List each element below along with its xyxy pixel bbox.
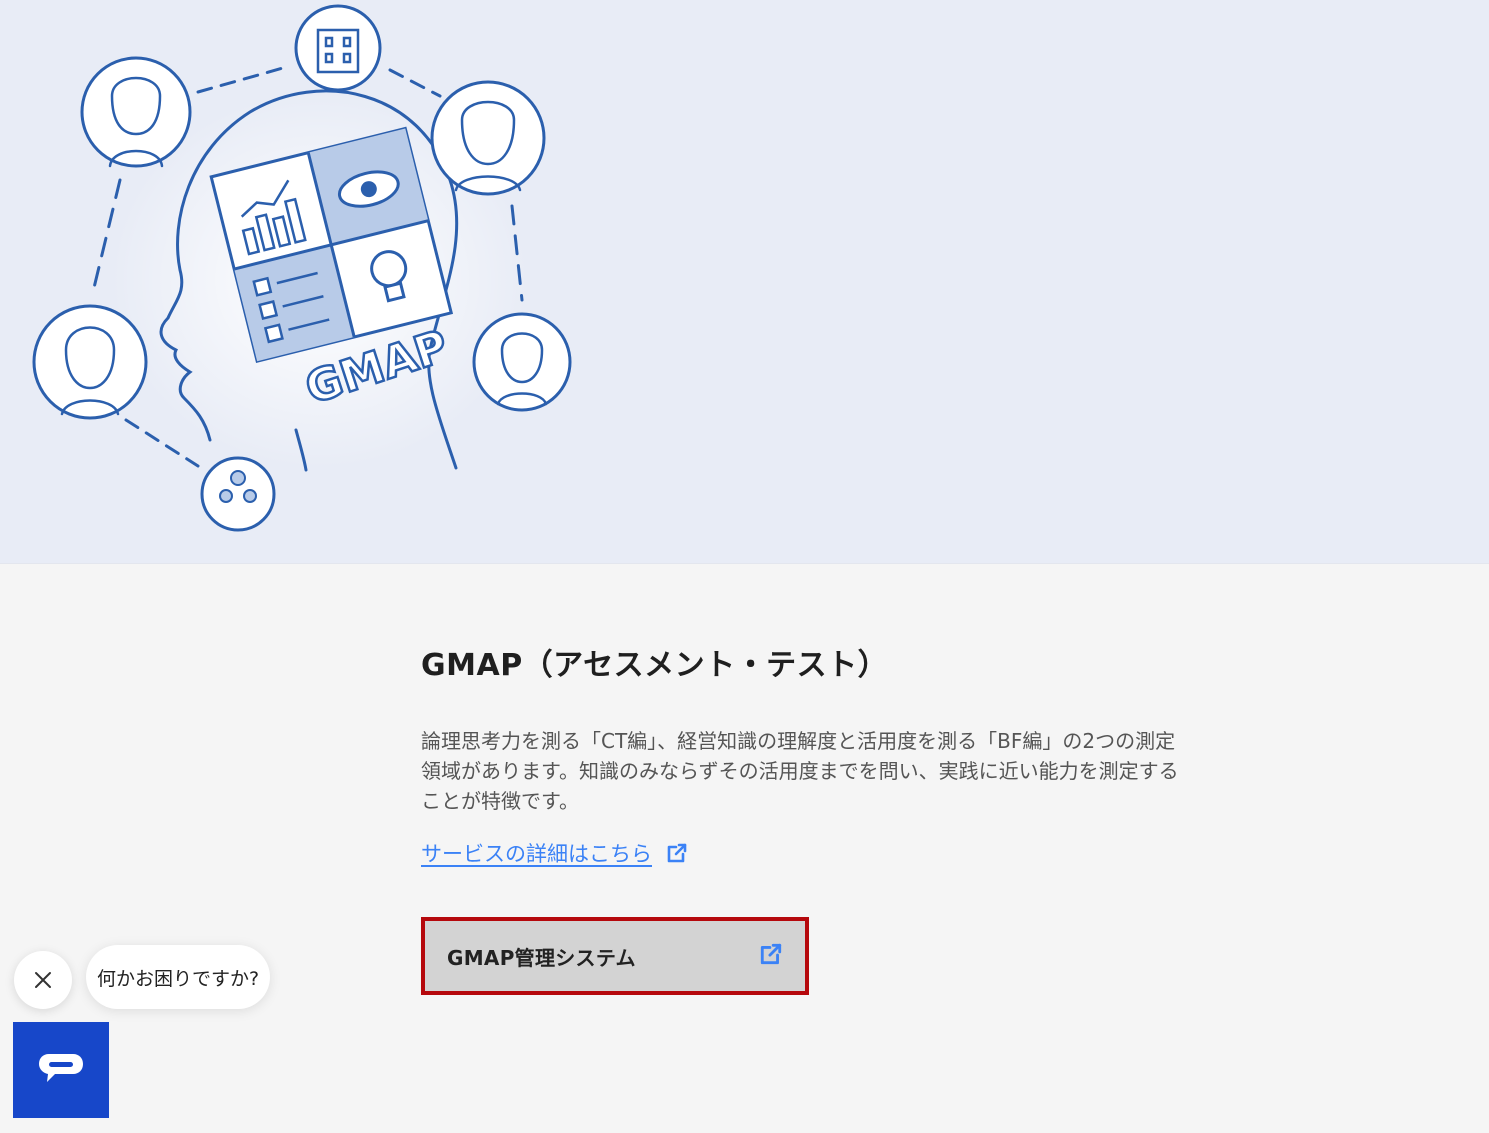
hero-banner: GMAP <box>0 0 1489 564</box>
description-line: 論理思考力を測る「CT編」、経営知識の理解度と活用度を測る「BF編」の2つの測定 <box>421 729 1176 753</box>
close-icon <box>35 972 51 988</box>
chat-bubble-icon <box>39 1054 83 1082</box>
chat-prompt-bubble[interactable]: 何かお困りですか? <box>86 945 270 1009</box>
service-detail-link[interactable]: サービスの詳細はこちら <box>421 838 688 869</box>
chat-open-button[interactable] <box>13 1022 109 1118</box>
description-line: 領域があります。知識のみならずその活用度までを問い、実践に近い能力を測定する <box>421 759 1179 783</box>
chat-prompt-text: 何かお困りですか? <box>96 967 260 990</box>
external-link-icon <box>759 942 783 970</box>
service-description: 論理思考力を測る「CT編」、経営知識の理解度と活用度を測る「BF編」の2つの測定… <box>421 726 1221 816</box>
service-detail-link-label: サービスの詳細はこちら <box>421 842 652 866</box>
external-link-icon <box>666 842 688 869</box>
page-title: GMAP（アセスメント・テスト） <box>421 648 889 683</box>
chat-close-button[interactable] <box>14 951 72 1009</box>
service-section: GMAP（アセスメント・テスト） 論理思考力を測る「CT編」、経営知識の理解度と… <box>421 640 1231 995</box>
gmap-admin-system-button[interactable]: GMAP管理システム <box>421 917 809 995</box>
description-line: ことが特徴です。 <box>421 789 579 813</box>
gmap-admin-system-label: GMAP管理システム <box>447 945 636 970</box>
gmap-head-network-illustration: GMAP <box>32 4 572 532</box>
